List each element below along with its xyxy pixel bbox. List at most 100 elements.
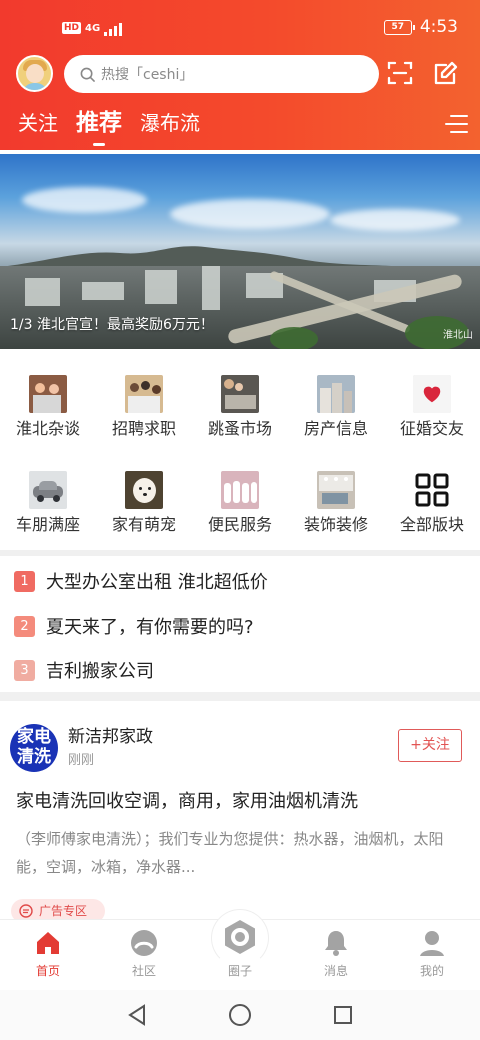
search-input[interactable]: 热搜「ceshi」 <box>64 55 379 93</box>
profile-icon <box>420 931 444 956</box>
news-title: 大型办公室出租 淮北超低价 <box>46 572 268 593</box>
news-item[interactable]: 3 吉利搬家公司 <box>14 654 464 686</box>
nav-messages[interactable]: 消息 <box>288 920 384 990</box>
category-jobs[interactable]: 招聘求职 <box>96 360 192 442</box>
author-name[interactable]: 新洁邦家政 <box>68 722 153 747</box>
category-all[interactable]: 全部版块 <box>384 456 480 538</box>
follow-button[interactable]: +关注 <box>398 729 462 762</box>
nav-circle[interactable]: 圈子 <box>192 920 288 990</box>
building-shape <box>145 270 177 304</box>
category-label: 全部版块 <box>399 515 464 534</box>
tab-waterfall[interactable]: 瀑布流 <box>140 108 200 138</box>
home-circle-icon[interactable] <box>227 1002 253 1028</box>
author-avatar[interactable]: 家电 清洗 <box>10 724 58 772</box>
news-rank: 1 <box>14 570 35 592</box>
room-photo-icon <box>317 471 355 509</box>
category-label: 招聘求职 <box>111 419 176 438</box>
nav-label: 首页 <box>35 964 60 978</box>
ad-zone-label: 广告专区 <box>39 904 88 918</box>
cloud-shape <box>330 209 460 231</box>
nav-profile[interactable]: 我的 <box>384 920 480 990</box>
building-shape <box>202 266 220 310</box>
tree-shape <box>270 327 318 349</box>
dog-photo-icon <box>125 471 163 509</box>
nav-label: 圈子 <box>227 964 252 978</box>
author-avatar-text: 家电 <box>17 727 51 747</box>
menu-icon[interactable] <box>442 113 468 135</box>
category-dating[interactable]: 征婚交友 <box>384 360 480 442</box>
status-bar: HD 4G 57 4:53 <box>0 0 480 54</box>
bottom-navigation: 首页 社区 圈子 消息 我的 <box>0 909 480 990</box>
community-icon <box>131 930 157 956</box>
mobile-app-screen: HD 4G 57 4:53 热搜「ceshi」 关注 推荐 瀑布流 1/3 淮北… <box>0 0 480 1040</box>
recent-apps-icon[interactable] <box>330 1002 356 1028</box>
nav-community[interactable]: 社区 <box>96 920 192 990</box>
nav-home[interactable]: 首页 <box>0 920 96 990</box>
cloud-shape <box>22 187 147 213</box>
circle-icon <box>225 920 255 954</box>
tab-recommend[interactable]: 推荐 <box>76 108 122 138</box>
hot-news-list: 1 大型办公室出租 淮北超低价 2 夏天来了，有你需要的吗? 3 吉利搬家公司 <box>0 556 480 690</box>
edit-icon[interactable] <box>430 57 462 89</box>
post-title[interactable]: 家电清洗回收空调，商用，家用油烟机清洗 <box>16 787 358 813</box>
section-divider <box>0 692 480 701</box>
tab-follow[interactable]: 关注 <box>18 108 58 138</box>
category-label: 便民服务 <box>207 515 272 534</box>
market-photo-icon <box>221 375 259 413</box>
building-shape <box>82 282 124 300</box>
category-label: 装饰装修 <box>303 515 368 534</box>
category-pets[interactable]: 家有萌宠 <box>96 456 192 538</box>
network-status: HD 4G <box>62 20 123 36</box>
news-item[interactable]: 1 大型办公室出租 淮北超低价 <box>14 565 464 597</box>
signal-type: 4G <box>85 22 101 34</box>
category-decoration[interactable]: 装饰装修 <box>288 456 384 538</box>
category-label: 家有萌宠 <box>111 515 176 534</box>
category-label: 征婚交友 <box>399 419 464 438</box>
car-photo-icon <box>29 471 67 509</box>
user-avatar[interactable] <box>16 55 53 92</box>
news-title: 吉利搬家公司 <box>46 661 154 682</box>
search-placeholder: 热搜「ceshi」 <box>101 67 194 83</box>
news-rank: 3 <box>14 659 35 681</box>
banner-carousel[interactable]: 1/3 淮北官宣！最高奖励6万元！ 淮北山 <box>0 154 480 349</box>
category-real-estate[interactable]: 房产信息 <box>288 360 384 442</box>
news-item[interactable]: 2 夏天来了，有你需要的吗? <box>14 610 464 642</box>
top-tabs: 关注 推荐 瀑布流 <box>18 108 200 138</box>
category-label: 跳蚤市场 <box>207 419 272 438</box>
category-services[interactable]: 便民服务 <box>192 456 288 538</box>
category-huaibei-chat[interactable]: 淮北杂谈 <box>0 360 96 442</box>
author-avatar-text: 清洗 <box>17 747 51 767</box>
scan-icon[interactable] <box>384 57 416 89</box>
grid-icon <box>415 473 449 507</box>
search-icon <box>80 67 95 82</box>
category-label: 房产信息 <box>303 419 368 438</box>
back-icon[interactable] <box>124 1002 150 1028</box>
cloud-shape <box>170 199 330 229</box>
banner-watermark: 淮北山 <box>443 330 473 341</box>
category-label: 淮北杂谈 <box>15 419 80 438</box>
heart-photo-icon <box>413 375 451 413</box>
home-icon <box>37 932 59 954</box>
building-shape <box>25 278 60 306</box>
system-status: 57 4:53 <box>383 17 458 37</box>
category-grid: 淮北杂谈 招聘求职 跳蚤市场 房产信息 征婚交友 车朋满座 家有萌宠 便民服务 … <box>0 360 480 550</box>
news-rank: 2 <box>14 615 35 637</box>
bell-icon <box>325 931 347 956</box>
service-photo-icon <box>221 471 259 509</box>
nav-label: 我的 <box>419 964 444 978</box>
post-time: 刚刚 <box>68 753 95 768</box>
android-navigation-bar <box>0 990 480 1040</box>
category-label: 车朋满座 <box>15 515 80 534</box>
nav-label: 消息 <box>323 964 348 978</box>
hd-badge: HD <box>62 22 82 34</box>
clock: 4:53 <box>419 17 458 37</box>
news-title: 夏天来了，有你需要的吗? <box>46 617 254 638</box>
job-photo-icon <box>125 375 163 413</box>
signal-icon <box>104 20 123 36</box>
feed-post[interactable]: 家电 清洗 新洁邦家政 刚刚 +关注 家电清洗回收空调，商用，家用油烟机清洗 （… <box>0 701 480 923</box>
people-photo-icon <box>29 375 67 413</box>
banner-caption: 1/3 淮北官宣！最高奖励6万元！ <box>10 314 214 334</box>
category-cars[interactable]: 车朋满座 <box>0 456 96 538</box>
app-header: HD 4G 57 4:53 热搜「ceshi」 关注 推荐 瀑布流 <box>0 0 480 150</box>
category-flea-market[interactable]: 跳蚤市场 <box>192 360 288 442</box>
